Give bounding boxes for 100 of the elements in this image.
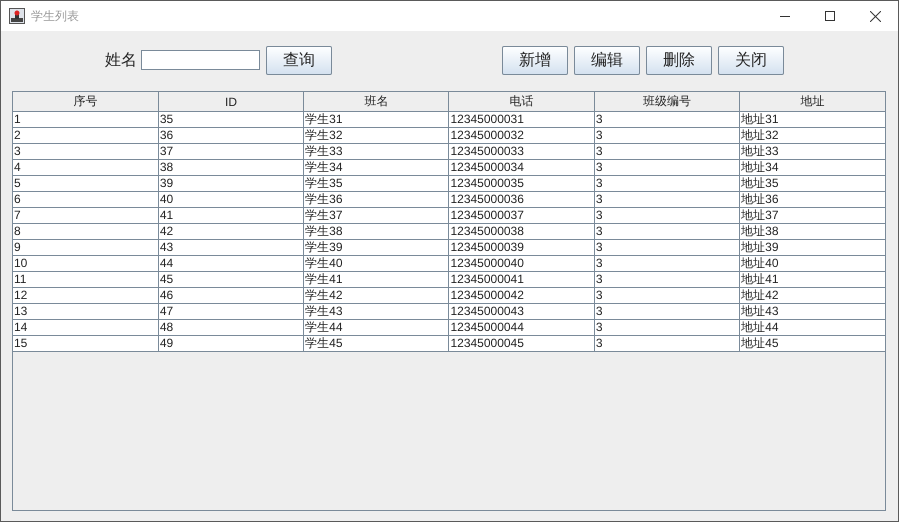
table-cell: 12345000044 [448,320,594,336]
app-icon [9,8,25,24]
table-cell: 3 [594,128,740,144]
table-cell: 15 [13,336,158,352]
table-cell: 12345000039 [448,240,594,256]
column-header[interactable]: 序号 [13,92,158,112]
table-cell: 1 [13,112,158,128]
table-cell: 学生44 [304,320,449,336]
table-cell: 47 [158,304,304,320]
table-cell: 3 [594,336,740,352]
table-cell: 13 [13,304,158,320]
table-cell: 12345000045 [448,336,594,352]
table-cell: 3 [594,288,740,304]
table-cell: 6 [13,192,158,208]
table-cell: 12345000043 [448,304,594,320]
table-cell: 地址32 [740,128,885,144]
table-cell: 3 [13,144,158,160]
table-cell: 5 [13,176,158,192]
table-cell: 49 [158,336,304,352]
table-cell: 3 [594,176,740,192]
table-cell: 12345000038 [448,224,594,240]
table-cell: 学生43 [304,304,449,320]
table-cell: 7 [13,208,158,224]
table-cell: 学生45 [304,336,449,352]
column-header[interactable]: 班级编号 [594,92,740,112]
table-cell: 12345000042 [448,288,594,304]
maximize-icon[interactable] [825,11,835,21]
table-cell: 8 [13,224,158,240]
table-cell: 39 [158,176,304,192]
table-cell: 学生40 [304,256,449,272]
table-cell: 地址39 [740,240,885,256]
table-cell: 地址43 [740,304,885,320]
table-cell: 地址45 [740,336,885,352]
table-cell: 4 [13,160,158,176]
table-cell: 48 [158,320,304,336]
table-cell: 3 [594,208,740,224]
table-cell: 12345000032 [448,128,594,144]
table-cell: 学生41 [304,272,449,288]
table-cell: 地址34 [740,160,885,176]
table-cell: 3 [594,272,740,288]
column-header[interactable]: 班名 [304,92,449,112]
table-cell: 地址40 [740,256,885,272]
table-cell: 3 [594,160,740,176]
window-title: 学生列表 [31,8,79,24]
table-cell: 10 [13,256,158,272]
name-label: 姓名 [105,50,137,70]
table-cell: 3 [594,240,740,256]
table-cell: 38 [158,160,304,176]
table-cell: 3 [594,304,740,320]
table-cell: 3 [594,144,740,160]
table-cell: 12345000034 [448,160,594,176]
table-cell: 46 [158,288,304,304]
table-cell: 9 [13,240,158,256]
action-button[interactable]: 新增 [502,46,568,74]
query-button[interactable]: 查询 [266,46,332,74]
table-cell: 42 [158,224,304,240]
table-cell: 40 [158,192,304,208]
table-cell: 12345000036 [448,192,594,208]
table-cell: 学生37 [304,208,449,224]
action-button[interactable]: 关闭 [718,46,784,74]
table-cell: 3 [594,192,740,208]
close-icon[interactable] [870,10,881,22]
table-cell: 41 [158,208,304,224]
table-cell: 地址31 [740,112,885,128]
table-cell: 3 [594,112,740,128]
table-cell: 12345000040 [448,256,594,272]
table-cell: 学生32 [304,128,449,144]
table-cell: 3 [594,320,740,336]
table-cell: 3 [594,224,740,240]
table-cell: 45 [158,272,304,288]
table-cell: 地址42 [740,288,885,304]
table-cell: 学生31 [304,112,449,128]
column-header[interactable]: 地址 [740,92,885,112]
action-button[interactable]: 删除 [646,46,712,74]
table-cell: 学生33 [304,144,449,160]
table-cell: 学生35 [304,176,449,192]
table-cell: 11 [13,272,158,288]
table-cell: 地址38 [740,224,885,240]
table-cell: 12345000033 [448,144,594,160]
table-cell: 14 [13,320,158,336]
table-cell: 地址41 [740,272,885,288]
action-button[interactable]: 编辑 [574,46,640,74]
table-cell: 地址35 [740,176,885,192]
table-cell: 12345000035 [448,176,594,192]
table-cell: 12 [13,288,158,304]
column-header[interactable]: ID [158,92,304,112]
table-cell: 学生38 [304,224,449,240]
table-cell: 学生39 [304,240,449,256]
table-cell: 地址36 [740,192,885,208]
table-cell: 3 [594,256,740,272]
table-cell: 学生36 [304,192,449,208]
column-header[interactable]: 电话 [448,92,594,112]
table-cell: 12345000031 [448,112,594,128]
table-cell: 地址37 [740,208,885,224]
table-cell: 2 [13,128,158,144]
table-cell: 12345000041 [448,272,594,288]
table-cell: 12345000037 [448,208,594,224]
table-cell: 学生42 [304,288,449,304]
name-input-field[interactable] [141,50,260,70]
table-cell: 44 [158,256,304,272]
